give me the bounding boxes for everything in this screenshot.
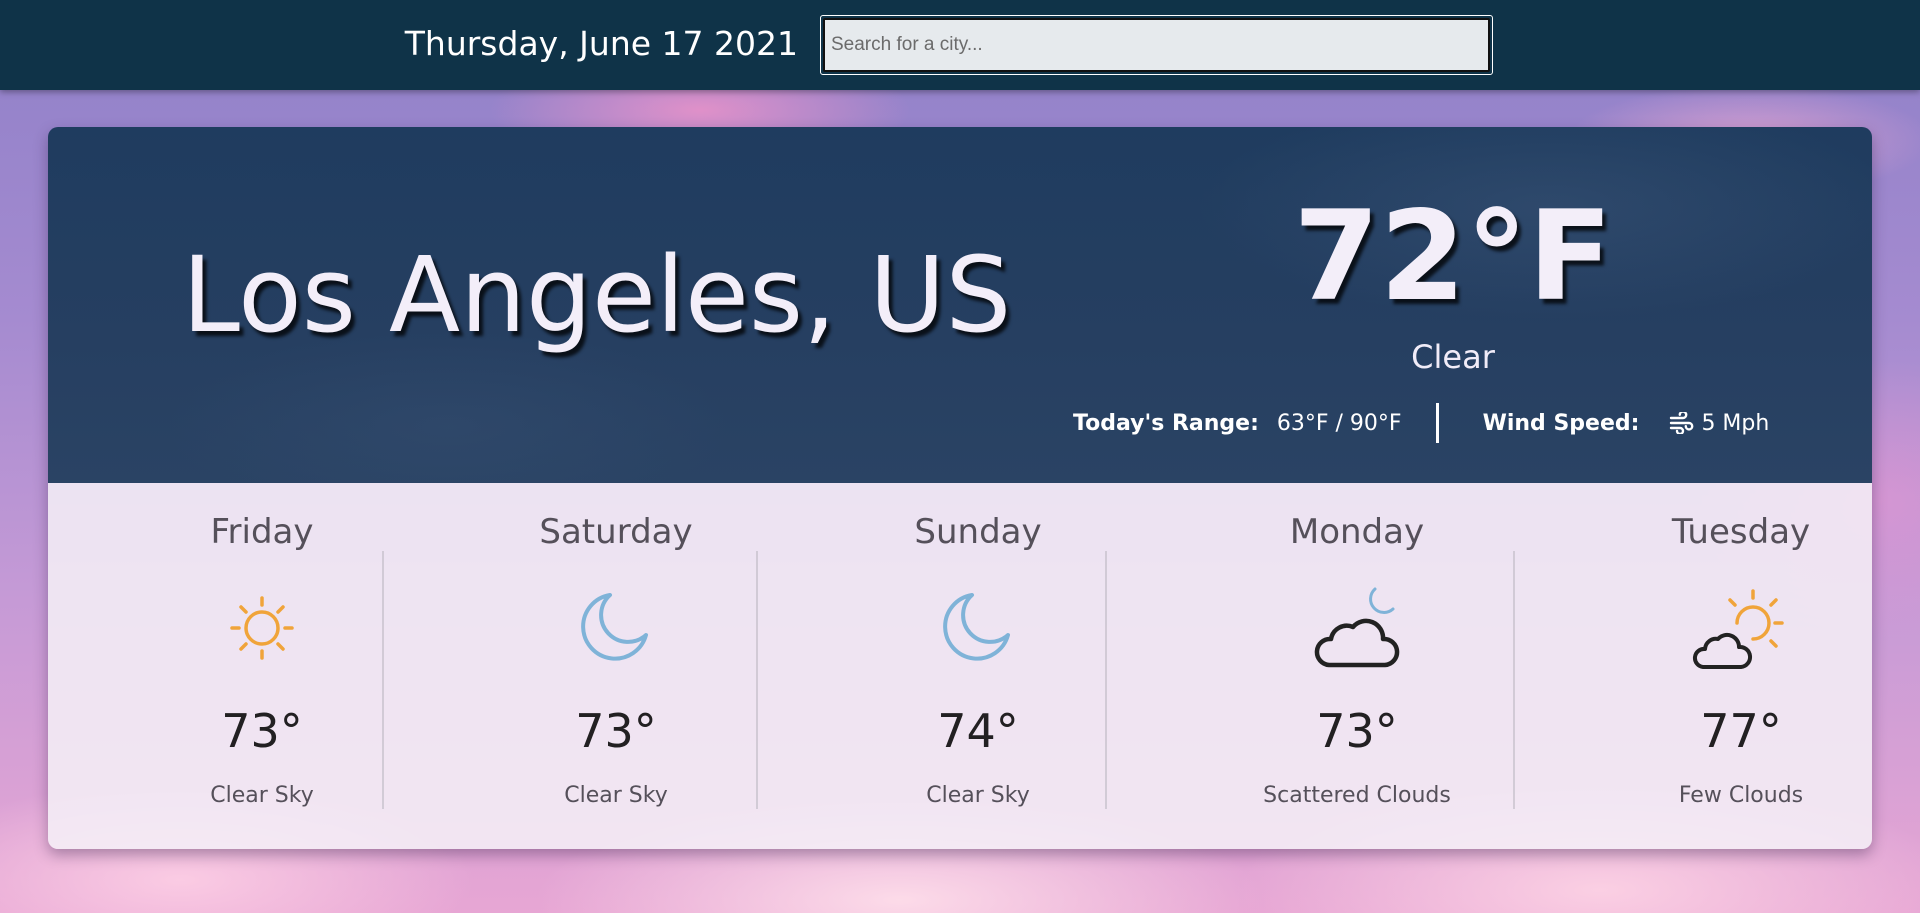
forecast-divider	[756, 551, 758, 809]
forecast-description: Scattered Clouds	[1263, 783, 1451, 808]
forecast-divider	[1105, 551, 1107, 809]
forecast-divider	[1513, 551, 1515, 809]
current-condition: Clear	[1411, 338, 1495, 376]
forecast-day-friday: Friday 73° Clear Sky	[86, 483, 438, 849]
forecast-temperature: 77°	[1700, 704, 1782, 758]
forecast-day-monday: Monday 73° Scattered Clouds	[1181, 483, 1533, 849]
forecast-temperature: 73°	[221, 704, 303, 758]
wind-value: 5 Mph	[1701, 410, 1770, 436]
stats-divider	[1435, 403, 1439, 443]
range-label: Today's Range:	[1073, 410, 1259, 436]
forecast-day-sunday: Sunday 74° Clear Sky	[802, 483, 1154, 849]
forecast-divider	[382, 551, 384, 809]
forecast-temperature: 73°	[575, 704, 657, 758]
weather-stats: Today's Range: 63°F / 90°F Wind Speed: 5…	[1073, 403, 1769, 443]
forecast-day-name: Saturday	[539, 512, 693, 552]
top-bar: Thursday, June 17 2021	[0, 0, 1920, 90]
sun-icon	[212, 583, 312, 673]
sun-cloud-icon	[1691, 583, 1791, 673]
forecast-description: Clear Sky	[926, 783, 1030, 808]
weather-card: Los Angeles, US 72°F Clear Today's Range…	[48, 127, 1872, 849]
search-box[interactable]	[820, 15, 1493, 75]
forecast-day-name: Monday	[1289, 512, 1425, 552]
forecast-temperature: 74°	[937, 704, 1019, 758]
forecast-description: Clear Sky	[564, 783, 668, 808]
search-input[interactable]	[823, 18, 1490, 72]
forecast-panel: Friday 73° Clear Sky Saturday 73° Clear …	[48, 483, 1872, 849]
forecast-day-saturday: Saturday 73° Clear Sky	[440, 483, 792, 849]
current-temperature: 72°F	[1293, 185, 1613, 329]
wind-label: Wind Speed:	[1482, 410, 1640, 436]
cloud-moon-icon	[1307, 583, 1407, 673]
range-value: 63°F / 90°F	[1276, 410, 1402, 436]
forecast-day-name: Sunday	[914, 512, 1042, 552]
forecast-day-tuesday: Tuesday 77° Few Clouds	[1565, 483, 1872, 849]
moon-icon	[928, 583, 1028, 673]
forecast-day-name: Tuesday	[1671, 512, 1811, 552]
forecast-day-name: Friday	[210, 512, 314, 552]
moon-icon	[566, 583, 666, 673]
forecast-description: Clear Sky	[210, 783, 314, 808]
wind-icon	[1669, 412, 1695, 434]
current-weather: Los Angeles, US 72°F Clear Today's Range…	[48, 127, 1872, 483]
forecast-description: Few Clouds	[1678, 783, 1804, 808]
city-name: Los Angeles, US	[182, 234, 1012, 356]
current-date: Thursday, June 17 2021	[404, 24, 798, 63]
forecast-temperature: 73°	[1316, 704, 1398, 758]
